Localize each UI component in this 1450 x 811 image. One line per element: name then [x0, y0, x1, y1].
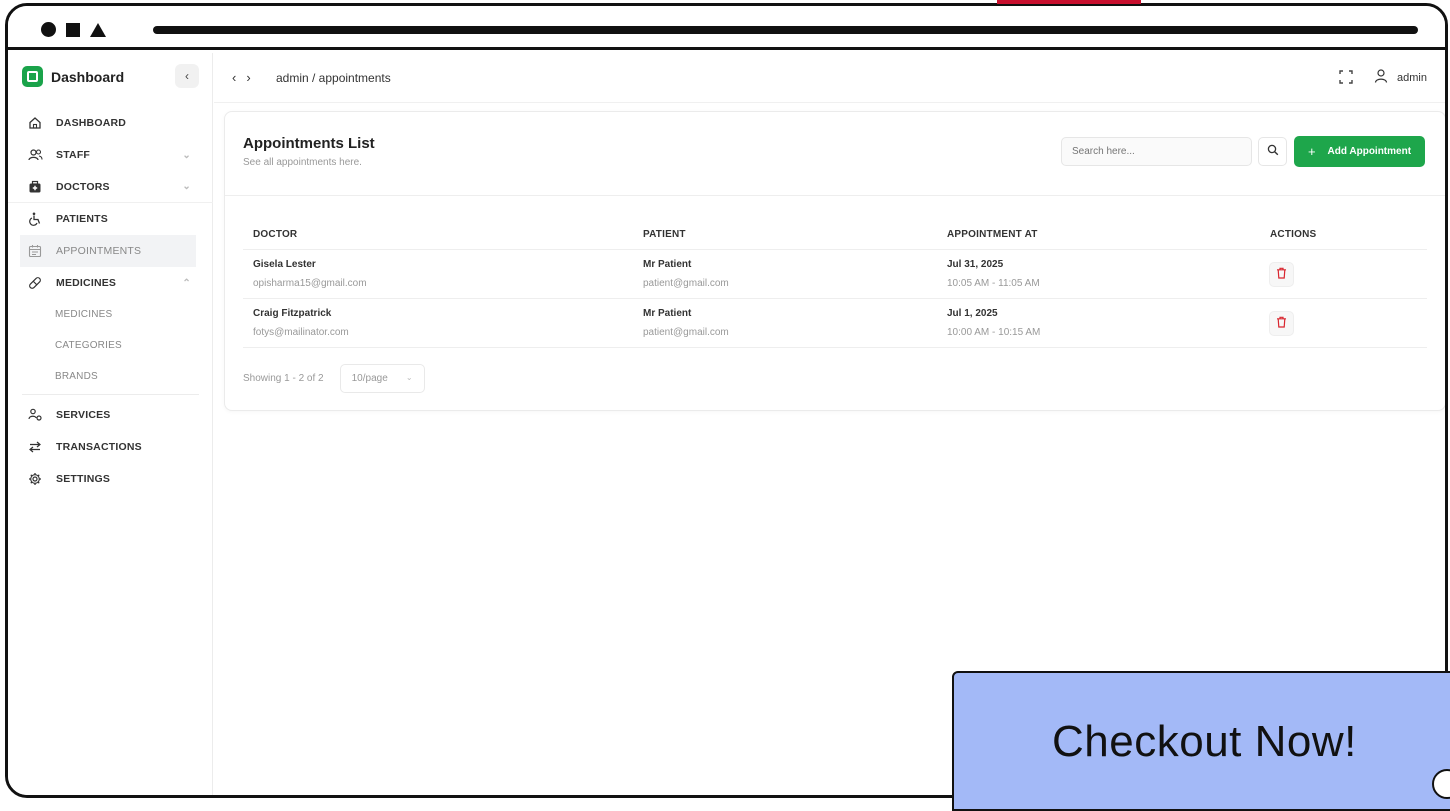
- appointment-time: 10:05 AM - 11:05 AM: [947, 278, 1040, 289]
- plus-icon: +: [1307, 144, 1316, 159]
- sidebar-divider: [22, 394, 199, 395]
- doctor-email: opisharma15@gmail.com: [253, 278, 367, 289]
- user-icon: [1373, 68, 1389, 87]
- column-header-patient: PATIENT: [643, 229, 686, 240]
- checkout-text: Checkout Now!: [1052, 717, 1357, 766]
- calendar-icon: [26, 244, 44, 258]
- chevron-down-icon: ⌄: [182, 149, 191, 161]
- pagination: Showing 1 - 2 of 2 10/page ⌄: [243, 364, 425, 393]
- delete-button[interactable]: [1269, 262, 1294, 287]
- back-arrow-icon[interactable]: ‹: [232, 70, 236, 85]
- appointments-card: Appointments List See all appointments h…: [224, 111, 1445, 411]
- delete-button[interactable]: [1269, 311, 1294, 336]
- patient-name: Mr Patient: [643, 308, 692, 319]
- breadcrumb: admin / appointments: [276, 71, 391, 85]
- sidebar-item-label: TRANSACTIONS: [56, 441, 142, 453]
- sidebar-item-staff[interactable]: STAFF ⌄: [8, 139, 213, 171]
- brand[interactable]: Dashboard: [22, 66, 124, 87]
- checkout-banner[interactable]: Checkout Now!: [952, 671, 1450, 811]
- sidebar-item-label: DOCTORS: [56, 180, 110, 193]
- patient-email: patient@gmail.com: [643, 327, 729, 338]
- sidebar-item-medicines[interactable]: MEDICINES ⌃: [8, 267, 213, 299]
- transfer-icon: [26, 440, 44, 454]
- add-appointment-label: Add Appointment: [1327, 146, 1412, 157]
- sidebar-subitem-brands[interactable]: BRANDS: [8, 361, 213, 392]
- sidebar-subitem-medicines[interactable]: MEDICINES: [8, 299, 213, 330]
- search-icon: [1267, 143, 1279, 161]
- home-icon: [26, 116, 44, 130]
- trash-icon: [1276, 266, 1287, 284]
- chevron-up-icon: ⌃: [182, 277, 191, 289]
- page-subtitle: See all appointments here.: [243, 157, 362, 168]
- brand-title: Dashboard: [51, 68, 125, 85]
- appointment-date: Jul 1, 2025: [947, 308, 998, 319]
- address-bar[interactable]: [153, 26, 1418, 34]
- sidebar-item-transactions[interactable]: TRANSACTIONS: [8, 431, 213, 463]
- add-appointment-button[interactable]: + Add Appointment: [1294, 136, 1425, 167]
- doctor-bag-icon: [26, 180, 44, 194]
- chevron-down-icon: ⌄: [405, 373, 413, 382]
- search-button[interactable]: [1258, 137, 1287, 166]
- sidebar-item-label: MEDICINES: [56, 277, 117, 289]
- sidebar-subitem-categories[interactable]: CATEGORIES: [8, 330, 213, 361]
- sidebar-item-label: PATIENTS: [56, 213, 108, 225]
- appointment-time: 10:00 AM - 10:15 AM: [947, 327, 1041, 338]
- window-controls: [41, 22, 106, 37]
- sidebar-item-label: APPOINTMENTS: [56, 245, 142, 257]
- page-title: Appointments List: [243, 135, 375, 152]
- top-red-tab: [997, 0, 1141, 4]
- appointments-table: DOCTOR PATIENT APPOINTMENT AT ACTIONS Gi…: [243, 220, 1427, 348]
- column-header-appointment-at: APPOINTMENT AT: [947, 229, 1038, 240]
- sidebar-item-doctors[interactable]: DOCTORS ⌄: [8, 171, 213, 203]
- sidebar-collapse-button[interactable]: ‹: [175, 64, 199, 88]
- per-page-value: 10/page: [351, 373, 388, 384]
- app-logo-icon: [22, 66, 43, 87]
- trash-icon: [1276, 315, 1287, 333]
- per-page-select[interactable]: 10/page ⌄: [339, 364, 425, 393]
- sidebar-item-label: SERVICES: [56, 409, 111, 421]
- doctor-name: Craig Fitzpatrick: [253, 308, 332, 319]
- card-header: Appointments List See all appointments h…: [225, 112, 1445, 196]
- sidebar-item-dashboard[interactable]: DASHBOARD: [8, 107, 213, 139]
- pill-icon: [26, 276, 44, 290]
- user-menu[interactable]: admin: [1373, 68, 1427, 87]
- search-input[interactable]: [1061, 137, 1252, 166]
- doctor-email: fotys@mailinator.com: [253, 327, 349, 338]
- services-icon: [26, 408, 44, 422]
- showing-count: Showing 1 - 2 of 2: [243, 373, 324, 384]
- sidebar-item-label: STAFF: [56, 149, 91, 161]
- column-header-actions: ACTIONS: [1270, 229, 1317, 240]
- forward-arrow-icon[interactable]: ›: [246, 70, 250, 85]
- users-icon: [26, 148, 44, 162]
- sidebar-item-patients[interactable]: PATIENTS: [8, 203, 213, 235]
- table-header-row: DOCTOR PATIENT APPOINTMENT AT ACTIONS: [243, 220, 1427, 250]
- user-name: admin: [1397, 71, 1427, 84]
- circle-icon: [1432, 769, 1450, 799]
- patient-email: patient@gmail.com: [643, 278, 729, 289]
- circle-icon[interactable]: [41, 22, 56, 37]
- table-row: Craig Fitzpatrick fotys@mailinator.com M…: [243, 299, 1427, 348]
- chevron-down-icon: ⌄: [182, 181, 191, 192]
- topbar: ‹ › admin / appointments admin: [214, 53, 1445, 103]
- square-icon[interactable]: [66, 22, 80, 37]
- sidebar: Dashboard ‹ DASHBOARD STAFF ⌄ DOCTORS ⌄ …: [8, 53, 213, 795]
- wheelchair-icon: [26, 212, 44, 226]
- appointment-date: Jul 31, 2025: [947, 259, 1004, 270]
- sidebar-item-appointments[interactable]: APPOINTMENTS: [20, 235, 196, 267]
- triangle-icon[interactable]: [90, 22, 106, 37]
- sidebar-item-label: SETTINGS: [56, 473, 111, 485]
- doctor-name: Gisela Lester: [253, 259, 316, 270]
- sidebar-nav: DASHBOARD STAFF ⌄ DOCTORS ⌄ PATIENTS APP…: [8, 107, 213, 495]
- table-row: Gisela Lester opisharma15@gmail.com Mr P…: [243, 250, 1427, 299]
- window-titlebar: [8, 6, 1445, 50]
- column-header-doctor: DOCTOR: [253, 229, 298, 240]
- patient-name: Mr Patient: [643, 259, 692, 270]
- gear-icon: [26, 472, 44, 486]
- sidebar-item-settings[interactable]: SETTINGS: [8, 463, 213, 495]
- fullscreen-icon[interactable]: [1337, 68, 1355, 86]
- sidebar-item-services[interactable]: SERVICES: [8, 399, 213, 431]
- sidebar-item-label: DASHBOARD: [56, 117, 127, 129]
- history-nav: ‹ ›: [232, 70, 251, 85]
